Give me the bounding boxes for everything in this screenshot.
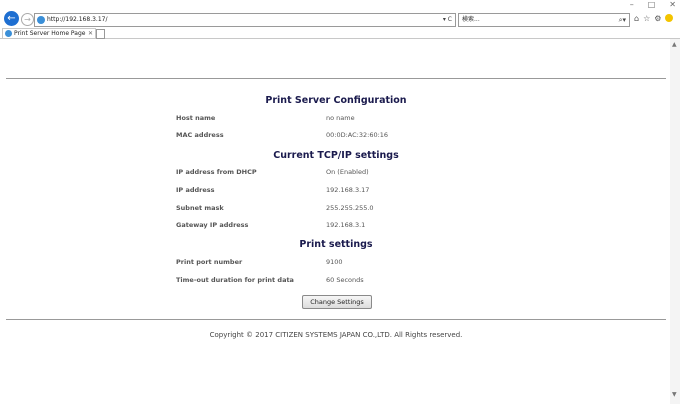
maximize-button[interactable]: □ <box>648 0 656 10</box>
ip-address-label: IP address <box>176 186 215 194</box>
host-name-value: no name <box>326 114 355 122</box>
tab-close-icon[interactable]: ✕ <box>88 29 93 38</box>
host-name-label: Host name <box>176 114 216 122</box>
address-bar[interactable]: http://192.168.3.17/ ▾ C <box>34 13 456 27</box>
vertical-scrollbar[interactable]: ▲ ▼ <box>670 39 680 404</box>
dhcp-value: On (Enabled) <box>326 168 369 176</box>
divider-top <box>6 78 666 79</box>
scroll-up-icon[interactable]: ▲ <box>672 41 677 48</box>
search-icon[interactable]: ⌕▾ <box>619 15 626 25</box>
browser-toolbar-icons: ⌂ ☆ ⚙ <box>634 14 674 24</box>
section-title-config: Print Server Configuration <box>265 95 407 106</box>
forward-button[interactable]: → <box>21 13 34 26</box>
tab-bar: Print Server Home Page ✕ <box>0 28 680 39</box>
favorites-icon[interactable]: ☆ <box>643 14 650 24</box>
ie-tab-icon <box>5 30 12 37</box>
section-title-print: Print settings <box>299 239 373 250</box>
close-window-button[interactable]: ✕ <box>669 0 676 10</box>
tab-label: Print Server Home Page <box>14 30 86 37</box>
ie-icon <box>37 16 45 24</box>
gateway-value: 192.168.3.1 <box>326 221 366 229</box>
timeout-label: Time-out duration for print data <box>176 276 294 284</box>
feedback-smiley-icon[interactable] <box>665 14 674 22</box>
print-port-value: 9100 <box>326 258 343 266</box>
address-url[interactable]: http://192.168.3.17/ <box>47 15 107 25</box>
tab-print-server[interactable]: Print Server Home Page ✕ <box>2 28 96 38</box>
subnet-mask-value: 255.255.255.0 <box>326 204 374 212</box>
search-placeholder: 検索... <box>462 16 480 23</box>
gear-icon[interactable]: ⚙ <box>654 14 661 24</box>
subnet-mask-label: Subnet mask <box>176 204 224 212</box>
print-port-label: Print port number <box>176 258 243 266</box>
browser-navbar: ← → http://192.168.3.17/ ▾ C 検索... ⌕▾ ⌂ … <box>0 10 680 28</box>
timeout-value: 60 Seconds <box>326 276 364 284</box>
mac-address-label: MAC address <box>176 131 224 139</box>
gateway-label: Gateway IP address <box>176 221 249 229</box>
change-settings-button[interactable]: Change Settings <box>302 295 372 309</box>
copyright-text: Copyright © 2017 CITIZEN SYSTEMS JAPAN C… <box>209 331 463 339</box>
new-tab-button[interactable] <box>96 29 105 39</box>
refresh-icon[interactable]: ▾ C <box>443 15 452 25</box>
window-titlebar: – □ ✕ <box>0 0 680 10</box>
divider-bottom <box>6 319 666 320</box>
dhcp-label: IP address from DHCP <box>176 168 257 176</box>
home-icon[interactable]: ⌂ <box>634 14 639 24</box>
scroll-down-icon[interactable]: ▼ <box>672 391 677 398</box>
minimize-button[interactable]: – <box>630 0 634 10</box>
section-title-tcpip: Current TCP/IP settings <box>273 150 399 161</box>
search-input[interactable]: 検索... ⌕▾ <box>458 13 630 27</box>
window-controls: – □ ✕ <box>630 0 676 10</box>
mac-address-value: 00:0D:AC:32:60:16 <box>326 131 389 139</box>
ip-address-value: 192.168.3.17 <box>326 186 370 194</box>
back-button[interactable]: ← <box>4 11 19 26</box>
